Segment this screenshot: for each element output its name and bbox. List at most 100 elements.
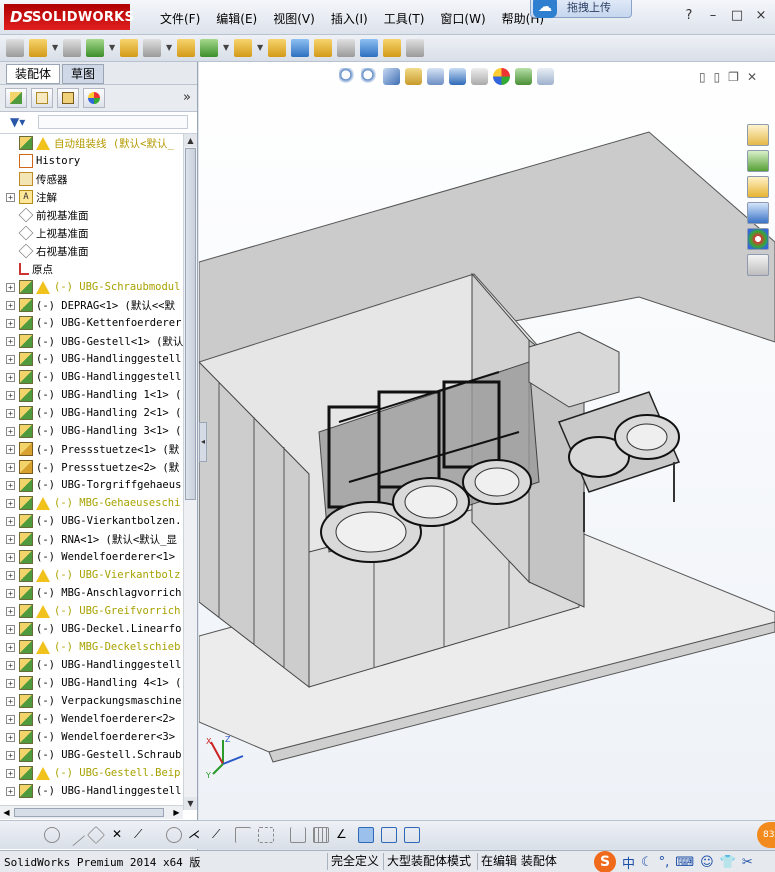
tree-item[interactable]: + (-) UBG-Schraubmodul: [0, 278, 183, 296]
scroll-right-icon[interactable]: ▶: [170, 806, 183, 819]
scroll-thumb[interactable]: [185, 148, 196, 500]
tree-root[interactable]: 自动组装线 (默认<默认_: [0, 134, 183, 152]
expand-icon[interactable]: +: [6, 570, 15, 580]
tree-item[interactable]: + (-) UBG-Deckel.Linearfo: [0, 620, 183, 638]
scroll-left-icon[interactable]: ◀: [0, 806, 13, 819]
menu-edit[interactable]: 编辑(E): [208, 10, 265, 27]
expand-icon[interactable]: +: [6, 462, 15, 472]
tree-item[interactable]: History: [0, 152, 183, 170]
tree-item[interactable]: + (-) UBG-Vierkantbolz: [0, 566, 183, 584]
expand-icon[interactable]: +: [6, 444, 15, 454]
minimize-button[interactable]: –: [705, 8, 721, 23]
line-icon[interactable]: [62, 823, 86, 847]
tree-item[interactable]: 右视基准面: [0, 242, 183, 260]
tree-item[interactable]: + (-) UBG-Handling 4<1> (: [0, 674, 183, 692]
menu-tools[interactable]: 工具(T): [376, 10, 433, 27]
file-explorer-icon[interactable]: [747, 176, 769, 198]
expand-icon[interactable]: +: [6, 354, 15, 364]
expand-icon[interactable]: +: [6, 606, 15, 616]
skin-icon[interactable]: 👕: [720, 855, 736, 870]
expand-icon[interactable]: +: [6, 534, 15, 544]
tree-item[interactable]: 前视基准面: [0, 206, 183, 224]
assembly-features-icon[interactable]: [291, 39, 309, 57]
offset-icon[interactable]: ⟋: [212, 827, 228, 843]
menu-insert[interactable]: 插入(I): [323, 10, 376, 27]
drag-upload-tab[interactable]: ☁ 拖拽上传: [530, 0, 632, 18]
assembly-model-render[interactable]: [199, 62, 775, 820]
expand-icon[interactable]: +: [6, 390, 15, 400]
custom-properties-icon[interactable]: [747, 254, 769, 276]
expand-icon[interactable]: +: [6, 552, 15, 562]
tree-item[interactable]: + (-) MBG-Anschlagvorrich: [0, 584, 183, 602]
tree-item[interactable]: + (-) UBG-Gestell.Schraub: [0, 746, 183, 764]
grid-icon[interactable]: [313, 827, 329, 843]
moon-icon[interactable]: ☾: [641, 855, 653, 870]
paperclip-icon[interactable]: [63, 39, 81, 57]
expand-icon[interactable]: +: [6, 624, 15, 634]
chevron-down-icon[interactable]: ▼: [166, 39, 172, 57]
tree-item[interactable]: + (-) UBG-Handlinggestell: [0, 782, 183, 800]
tree-item[interactable]: + (-) RNA<1> (默认<默认_显: [0, 530, 183, 548]
appearances-icon[interactable]: [747, 228, 769, 250]
expand-icon[interactable]: +: [6, 372, 15, 382]
dimension-icon[interactable]: [290, 827, 306, 843]
tree-item[interactable]: 原点: [0, 260, 183, 278]
close-button[interactable]: ×: [753, 8, 769, 23]
polygon-icon[interactable]: [86, 825, 106, 845]
expand-icon[interactable]: +: [6, 732, 15, 742]
tree-item[interactable]: + (-) UBG-Handling 1<1> (: [0, 386, 183, 404]
pattern-icon[interactable]: [143, 39, 161, 57]
corner-rectangle-icon[interactable]: [235, 827, 251, 843]
tree-item[interactable]: 上视基准面: [0, 224, 183, 242]
filter-input[interactable]: [38, 115, 188, 129]
home-icon[interactable]: [747, 124, 769, 146]
expand-icon[interactable]: +: [6, 498, 15, 508]
tree-vertical-scrollbar[interactable]: ▲ ▼: [183, 134, 197, 810]
options-icon[interactable]: [406, 39, 424, 57]
trim-icon[interactable]: ✕: [112, 827, 128, 843]
tree-item[interactable]: + (-) UBG-Vierkantbolzen.: [0, 512, 183, 530]
expand-icon[interactable]: +: [6, 786, 15, 796]
expand-icon[interactable]: +: [6, 516, 15, 526]
rebuild-icon[interactable]: [268, 39, 286, 57]
expand-icon[interactable]: +: [6, 318, 15, 328]
property-manager-tab[interactable]: [31, 88, 53, 108]
smart-fasteners-icon[interactable]: [337, 39, 355, 57]
panel-collapse-handle[interactable]: ◂: [199, 422, 207, 462]
tree-item[interactable]: + (-) Pressstuetze<2> (默: [0, 458, 183, 476]
instant3d-icon[interactable]: [360, 39, 378, 57]
show-hidden-icon[interactable]: [200, 39, 218, 57]
construction-geometry-icon[interactable]: [258, 827, 274, 843]
expand-panel-icon[interactable]: »: [183, 90, 191, 105]
solidworks-logo[interactable]: DS SOLIDWORKS: [4, 4, 134, 30]
tree-item[interactable]: + (-) MBG-Deckelschieb: [0, 638, 183, 656]
expand-icon[interactable]: +: [6, 408, 15, 418]
tree-item[interactable]: + (-) UBG-Handlinggestell: [0, 350, 183, 368]
expand-icon[interactable]: +: [6, 678, 15, 688]
scroll-down-icon[interactable]: ▼: [184, 797, 197, 810]
display-shaded-icon[interactable]: [358, 827, 374, 843]
user-icon[interactable]: ☺: [700, 855, 714, 870]
keyboard-icon[interactable]: ⌨: [675, 855, 694, 870]
ime-language[interactable]: 中: [622, 853, 635, 872]
scroll-up-icon[interactable]: ▲: [184, 134, 197, 147]
expand-icon[interactable]: +: [6, 588, 15, 598]
menu-window[interactable]: 窗口(W): [432, 10, 493, 27]
tree-item[interactable]: + (-) Pressstuetze<1> (默: [0, 440, 183, 458]
mate-icon[interactable]: [86, 39, 104, 57]
expand-icon[interactable]: +: [6, 696, 15, 706]
fillet-icon[interactable]: [166, 827, 182, 843]
design-library-icon[interactable]: [747, 150, 769, 172]
menu-view[interactable]: 视图(V): [265, 10, 323, 27]
tab-assembly[interactable]: 装配体: [6, 64, 61, 84]
tree-item[interactable]: + (-) Wendelfoerderer<3>: [0, 728, 183, 746]
explode-icon[interactable]: [234, 39, 252, 57]
view-split-icon[interactable]: [381, 827, 397, 843]
tree-item[interactable]: + A 注解: [0, 188, 183, 206]
expand-icon[interactable]: +: [6, 426, 15, 436]
tree-item[interactable]: + (-) UBG-Handling 3<1> (: [0, 422, 183, 440]
tree-item[interactable]: + (-) UBG-Greifvorrich: [0, 602, 183, 620]
tab-sketch[interactable]: 草图: [62, 64, 105, 84]
extend-icon[interactable]: ⟋: [134, 827, 150, 843]
help-icon[interactable]: ?: [681, 8, 697, 23]
